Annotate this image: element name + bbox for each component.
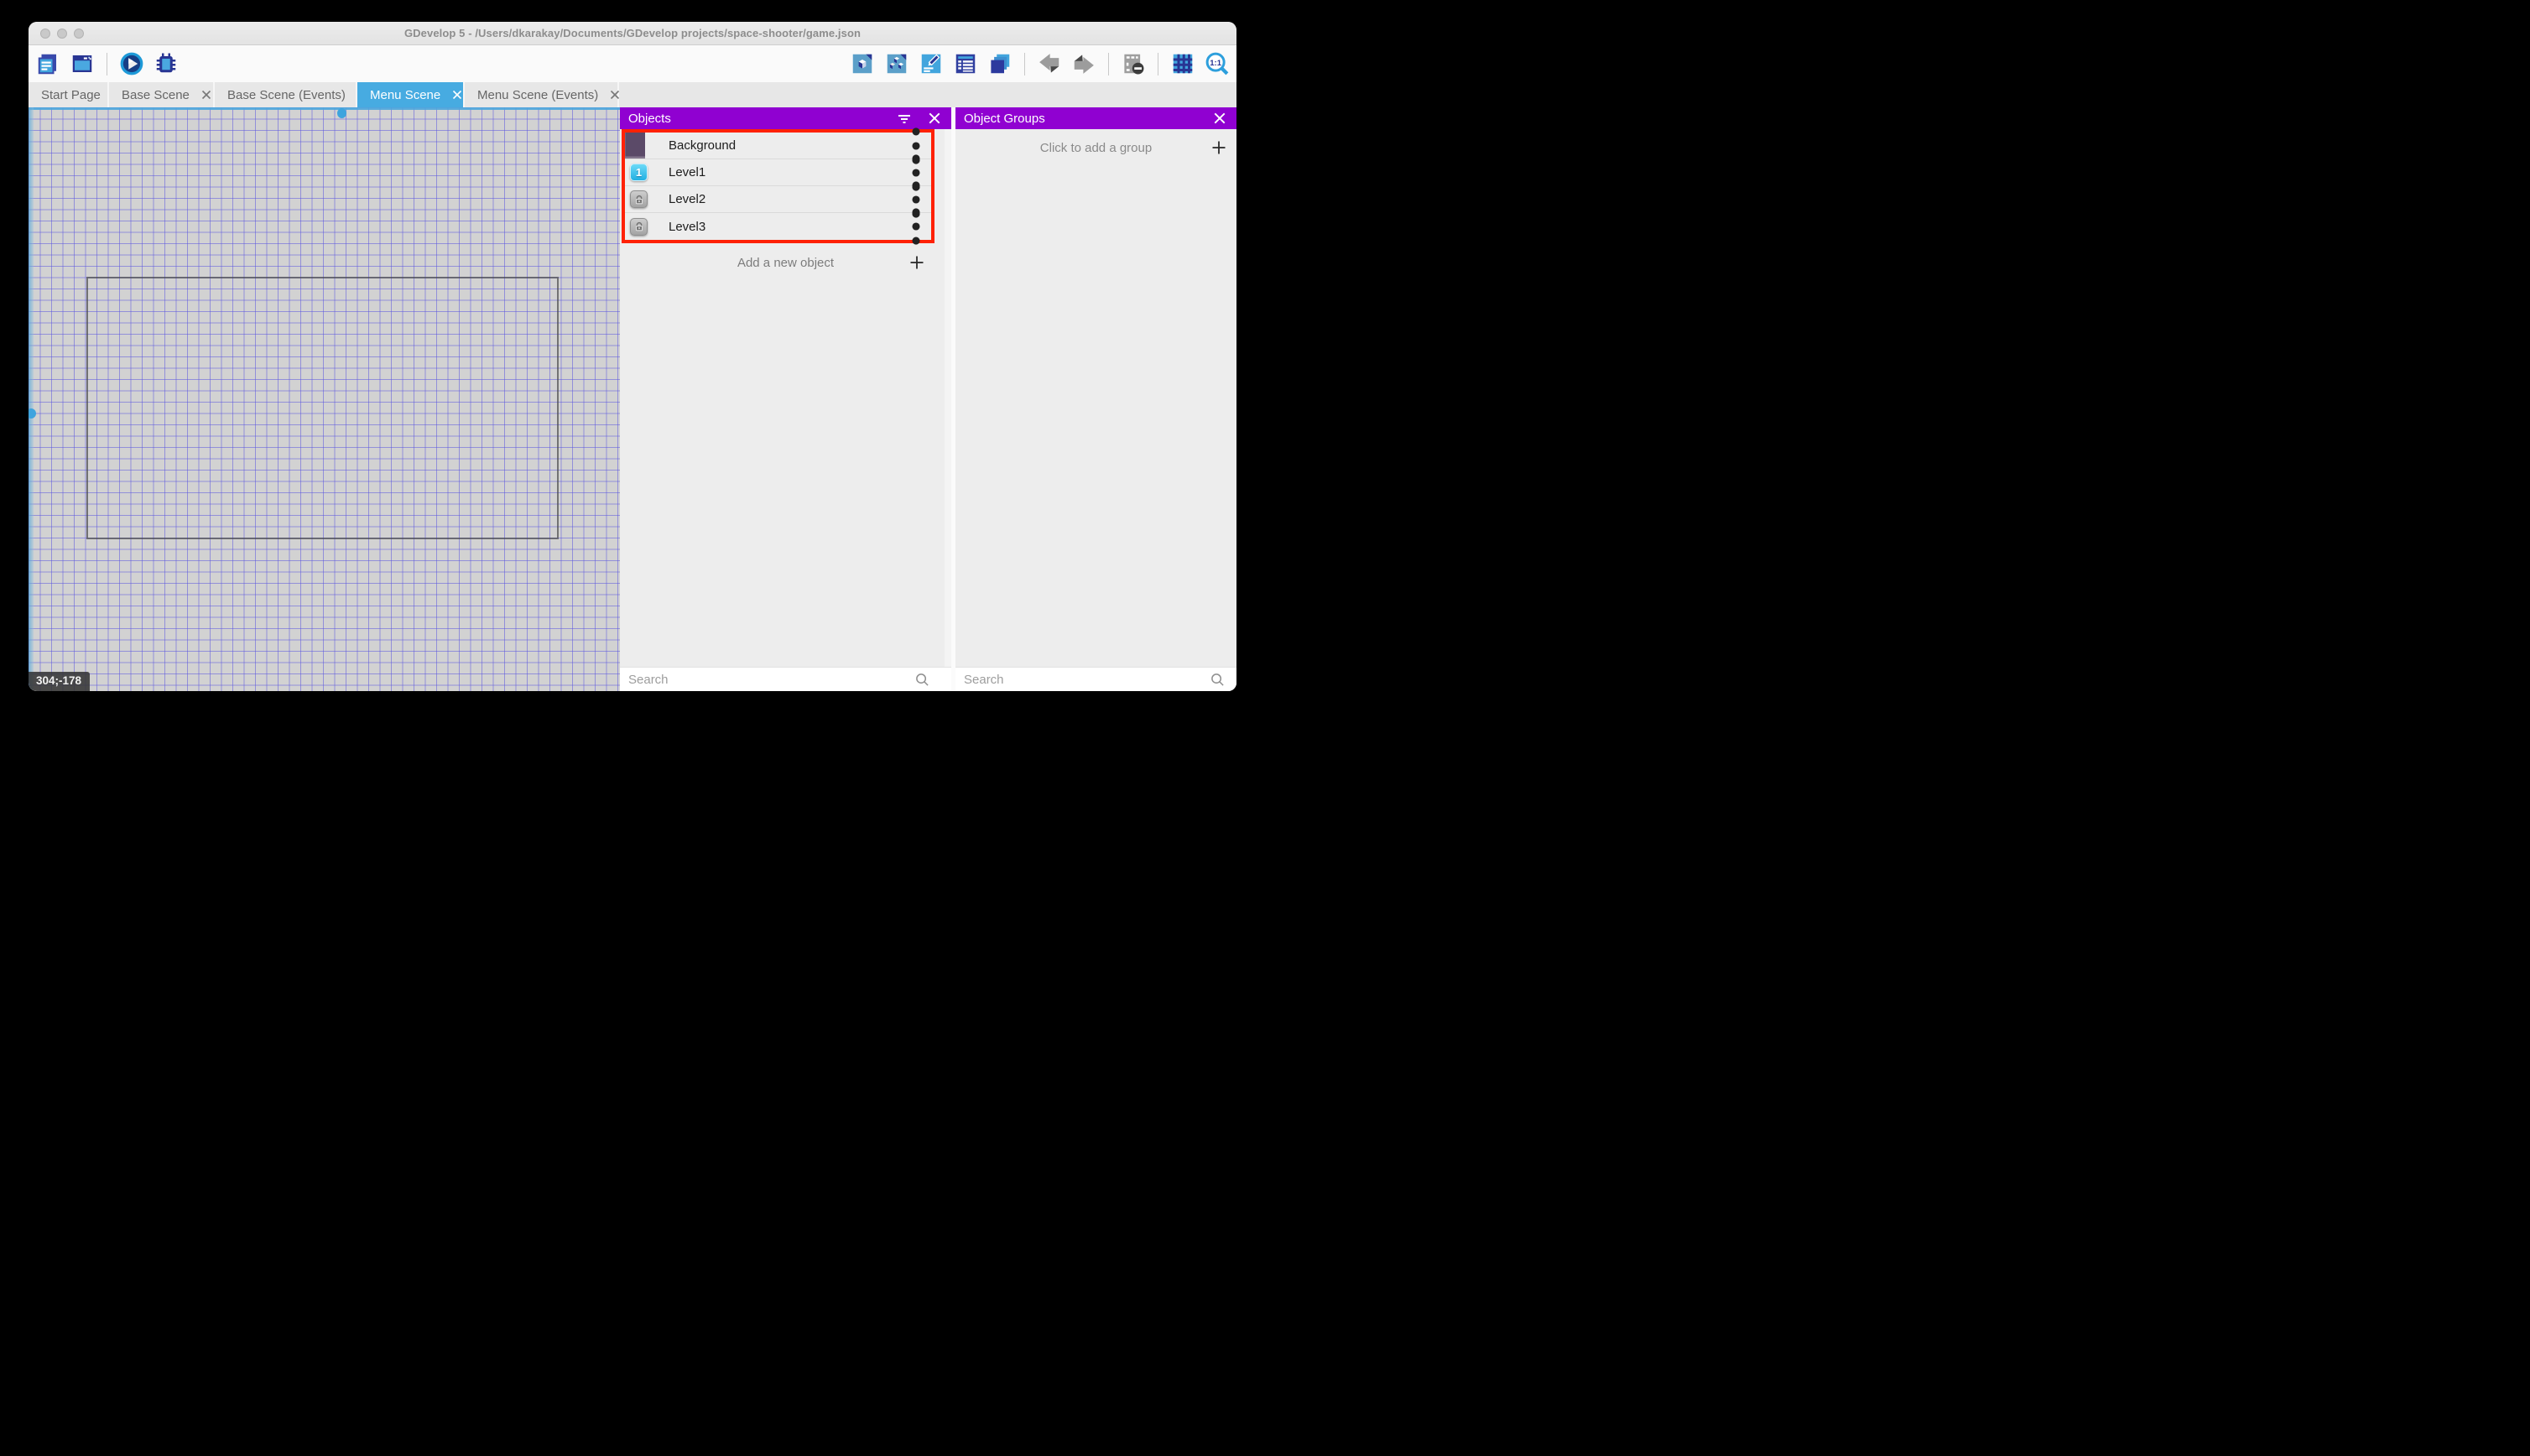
- close-tab-icon[interactable]: [452, 89, 462, 101]
- groups-search-input[interactable]: [955, 673, 1210, 687]
- lock-icon: [630, 218, 648, 236]
- project-manager-icon[interactable]: [35, 51, 60, 76]
- kebab-menu-icon[interactable]: [909, 192, 923, 207]
- objects-panel-title: Objects: [628, 112, 671, 126]
- zoom-window-button[interactable]: [74, 29, 84, 39]
- object-groups-editor-icon[interactable]: [884, 51, 909, 76]
- preview-window-icon[interactable]: [70, 51, 95, 76]
- window-title: GDevelop 5 - /Users/dkarakay/Documents/G…: [404, 27, 861, 39]
- plus-icon[interactable]: [909, 255, 924, 273]
- properties-icon[interactable]: [919, 51, 944, 76]
- window-mask-icon[interactable]: [1121, 51, 1146, 76]
- selection-handle-top[interactable]: [337, 108, 346, 118]
- instances-list-icon[interactable]: [953, 51, 978, 76]
- scrollbar-track[interactable]: [945, 129, 951, 667]
- object-row-level2[interactable]: Level2: [625, 186, 931, 213]
- groups-search-bar: [955, 667, 1236, 691]
- close-panel-icon[interactable]: [1213, 112, 1226, 125]
- tab-base-scene[interactable]: Base Scene: [109, 82, 215, 107]
- grid-icon[interactable]: [1170, 51, 1195, 76]
- filter-icon[interactable]: [898, 112, 911, 125]
- add-group-button[interactable]: Click to add a group: [955, 133, 1236, 163]
- objects-panel: Objects Background 1 Level1: [620, 107, 951, 691]
- toolbar-divider: [1108, 53, 1109, 75]
- debug-icon[interactable]: [154, 51, 179, 76]
- close-tab-icon[interactable]: [610, 89, 620, 101]
- lock-icon: [630, 190, 648, 208]
- tab-base-scene-events[interactable]: Base Scene (Events): [215, 82, 357, 107]
- tab-label: Menu Scene (Events): [477, 88, 598, 102]
- object-name: Level1: [669, 165, 705, 179]
- object-name: Background: [669, 138, 736, 153]
- scene-window-outline: [86, 277, 559, 539]
- selection-edge-left: [29, 107, 34, 691]
- main-toolbar: 1:1: [29, 45, 1236, 82]
- traffic-lights: [40, 29, 84, 39]
- selection-handle-left[interactable]: [29, 408, 36, 419]
- layers-editor-icon[interactable]: [987, 51, 1013, 76]
- close-window-button[interactable]: [40, 29, 50, 39]
- search-icon: [915, 673, 929, 687]
- scene-editor-canvas[interactable]: 304;-178: [29, 107, 620, 691]
- objects-search-bar: [620, 667, 951, 691]
- redo-icon[interactable]: [1071, 51, 1096, 76]
- object-thumbnail: [625, 133, 645, 159]
- app-window: GDevelop 5 - /Users/dkarakay/Documents/G…: [29, 22, 1236, 691]
- objects-panel-header: Objects: [620, 107, 951, 129]
- play-preview-icon[interactable]: [119, 51, 144, 76]
- title-bar: GDevelop 5 - /Users/dkarakay/Documents/G…: [29, 22, 1236, 45]
- object-name: Level2: [669, 192, 705, 206]
- tab-label: Base Scene: [122, 88, 190, 102]
- tab-start-page[interactable]: Start Page: [29, 82, 109, 107]
- tab-menu-scene[interactable]: Menu Scene: [357, 82, 465, 107]
- undo-icon[interactable]: [1037, 51, 1062, 76]
- objects-list-highlight: Background 1 Level1 Level2 Level3: [622, 129, 934, 243]
- tab-bar: Start Page Base Scene Base Scene (Events…: [29, 82, 1236, 107]
- object-row-background[interactable]: Background: [625, 133, 931, 159]
- minimize-window-button[interactable]: [57, 29, 67, 39]
- tab-label: Start Page: [41, 88, 101, 102]
- tab-label: Base Scene (Events): [227, 88, 346, 102]
- zoom-1-1-icon[interactable]: 1:1: [1205, 51, 1230, 76]
- kebab-menu-icon[interactable]: [909, 138, 923, 153]
- close-panel-icon[interactable]: [928, 112, 941, 125]
- close-tab-icon[interactable]: [201, 89, 211, 101]
- tab-menu-scene-events[interactable]: Menu Scene (Events): [465, 82, 619, 107]
- object-name: Level3: [669, 220, 705, 234]
- kebab-menu-icon[interactable]: [909, 165, 923, 180]
- plus-icon[interactable]: [1211, 140, 1226, 159]
- kebab-menu-icon[interactable]: [909, 219, 923, 234]
- object-groups-panel-title: Object Groups: [964, 112, 1045, 126]
- objects-search-input[interactable]: [620, 673, 915, 687]
- objects-editor-icon[interactable]: [850, 51, 875, 76]
- object-groups-panel: Object Groups Click to add a group: [955, 107, 1236, 691]
- tab-label: Menu Scene: [370, 88, 440, 102]
- object-row-level1[interactable]: 1 Level1: [625, 159, 931, 186]
- object-row-level3[interactable]: Level3: [625, 213, 931, 240]
- selection-edge-top: [29, 107, 620, 110]
- search-icon: [1210, 673, 1225, 687]
- add-new-object-button[interactable]: Add a new object: [620, 248, 951, 277]
- object-thumbnail: 1: [630, 164, 648, 181]
- object-groups-panel-header: Object Groups: [955, 107, 1236, 129]
- cursor-coordinates-badge: 304;-178: [29, 672, 90, 691]
- zoom-level-label: 1:1: [1210, 59, 1221, 68]
- toolbar-divider: [1024, 53, 1025, 75]
